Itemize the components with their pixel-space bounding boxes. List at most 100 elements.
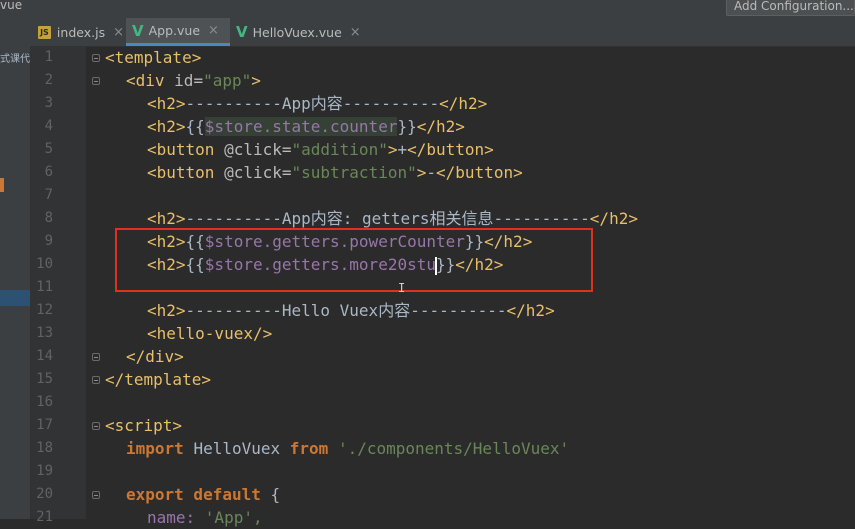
code-line-5[interactable]: <button @click="addition">+</button> [147,138,494,161]
code-token: export default [126,485,271,504]
code-line-4[interactable]: <h2>{{$store.state.counter}}</h2> [147,115,465,138]
vue-file-icon: V [236,23,248,41]
highlight-annotation-box [115,228,593,292]
line-number: 2 [44,72,53,88]
code-line-18[interactable]: import HelloVuex from './components/Hell… [126,437,569,460]
line-number: 21 [36,509,53,525]
code-token: from [289,439,338,458]
code-token: name: [147,508,205,527]
line-number: 9 [44,233,53,249]
code-token: </h2> [506,301,555,320]
line-number: 6 [44,164,53,180]
project-panel-fragment: 式课代 [0,54,30,65]
code-token: </h2> [439,94,488,113]
code-token: ----------Hello Vuex内容---------- [185,301,507,320]
code-token: <h2> [147,117,186,136]
code-token: "subtraction" [291,163,417,182]
line-number: 8 [44,210,53,226]
code-token: id= [174,71,204,90]
code-token: ----------App内容: getters相关信息---------- [185,209,590,228]
close-icon[interactable]: × [208,23,219,38]
line-number: 3 [44,95,53,111]
code-token: @click= [224,140,292,159]
code-token: "app" [203,71,252,90]
code-line-3[interactable]: <h2>----------App内容----------</h2> [147,92,487,115]
code-token: $store.state.counter [204,117,398,136]
line-number: 11 [36,279,53,295]
line-number: 10 [36,256,53,272]
line-number: 13 [36,325,53,341]
title-bar: vue Add Configuration... [0,0,855,18]
editor-tab-bar: JS index.js × V App.vue × V HelloVuex.vu… [30,18,855,47]
code-token: <template> [105,48,202,67]
line-number: 18 [36,440,53,456]
mouse-ibeam-cursor: I [398,281,406,295]
code-token: 'App', [204,508,263,527]
line-number: 4 [44,118,53,134]
code-line-13[interactable]: <hello-vuex/> [147,322,272,345]
code-token: }} [397,117,417,136]
code-line-14[interactable]: </div> [126,345,184,368]
tab-app-vue[interactable]: V App.vue × [126,18,230,46]
panel-marker [0,178,4,192]
fold-marker[interactable] [92,54,100,62]
line-number: 1 [44,49,53,65]
line-number: 15 [36,371,53,387]
vue-file-icon: V [132,21,144,40]
line-number: 7 [44,187,53,203]
close-icon[interactable]: × [350,25,361,40]
code-token: </button> [436,163,523,182]
tab-label: App.vue [148,23,201,38]
code-token: './components/HelloVuex' [337,439,570,458]
code-token: "addition" [291,140,388,159]
code-line-8[interactable]: <h2>----------App内容: getters相关信息--------… [147,207,638,230]
fold-marker[interactable] [92,491,100,499]
fold-marker[interactable] [92,422,100,430]
tab-index-js[interactable]: JS index.js × [32,18,124,46]
code-token: <button [147,163,225,182]
code-line-12[interactable]: <h2>----------Hello Vuex内容----------</h2… [147,299,555,322]
tab-hellovuex-vue[interactable]: V HelloVuex.vue × [230,18,361,46]
code-token: <h2> [147,209,186,228]
code-token: <h2> [147,94,186,113]
line-number: 12 [36,302,53,318]
code-token: ----------App内容---------- [185,94,440,113]
line-number: 16 [36,394,53,410]
code-token: @click= [224,163,292,182]
fold-marker[interactable] [92,77,100,85]
code-token: <button [147,140,225,159]
code-token: </h2> [589,209,638,228]
js-file-icon: JS [38,25,51,39]
code-token: - [426,163,437,182]
add-configuration-button[interactable]: Add Configuration... [726,0,855,16]
code-line-6[interactable]: <button @click="subtraction">-</button> [147,161,523,184]
code-token: > [251,71,261,90]
code-token: </h2> [416,117,465,136]
code-line-1[interactable]: <template> [105,46,201,69]
fold-marker[interactable] [92,376,100,384]
code-token: </button> [407,140,494,159]
tab-label: index.js [56,24,106,40]
code-token: <hello-vuex/> [147,324,273,343]
code-token: { [270,485,281,504]
close-icon[interactable]: × [113,25,124,40]
code-token: </div> [126,347,184,366]
line-number: 5 [44,141,53,157]
line-number: 19 [36,463,53,479]
code-line-21[interactable]: name: 'App', [147,506,263,529]
code-line-17[interactable]: <script> [105,414,182,437]
code-line-2[interactable]: <div id="app"> [126,69,261,92]
code-token: > [416,163,427,182]
line-number: 20 [36,486,53,502]
code-token: </template> [105,370,211,389]
code-token: HelloVuex [193,439,290,458]
code-token: <div [126,71,175,90]
code-token: <h2> [147,301,186,320]
breadcrumb[interactable]: vue [0,0,22,12]
fold-marker[interactable] [92,353,100,361]
selected-tree-item[interactable] [0,290,30,306]
code-line-20[interactable]: export default { [126,483,280,506]
project-panel[interactable]: 式课代 [0,18,31,519]
code-line-15[interactable]: </template> [105,368,211,391]
code-token: + [397,140,408,159]
